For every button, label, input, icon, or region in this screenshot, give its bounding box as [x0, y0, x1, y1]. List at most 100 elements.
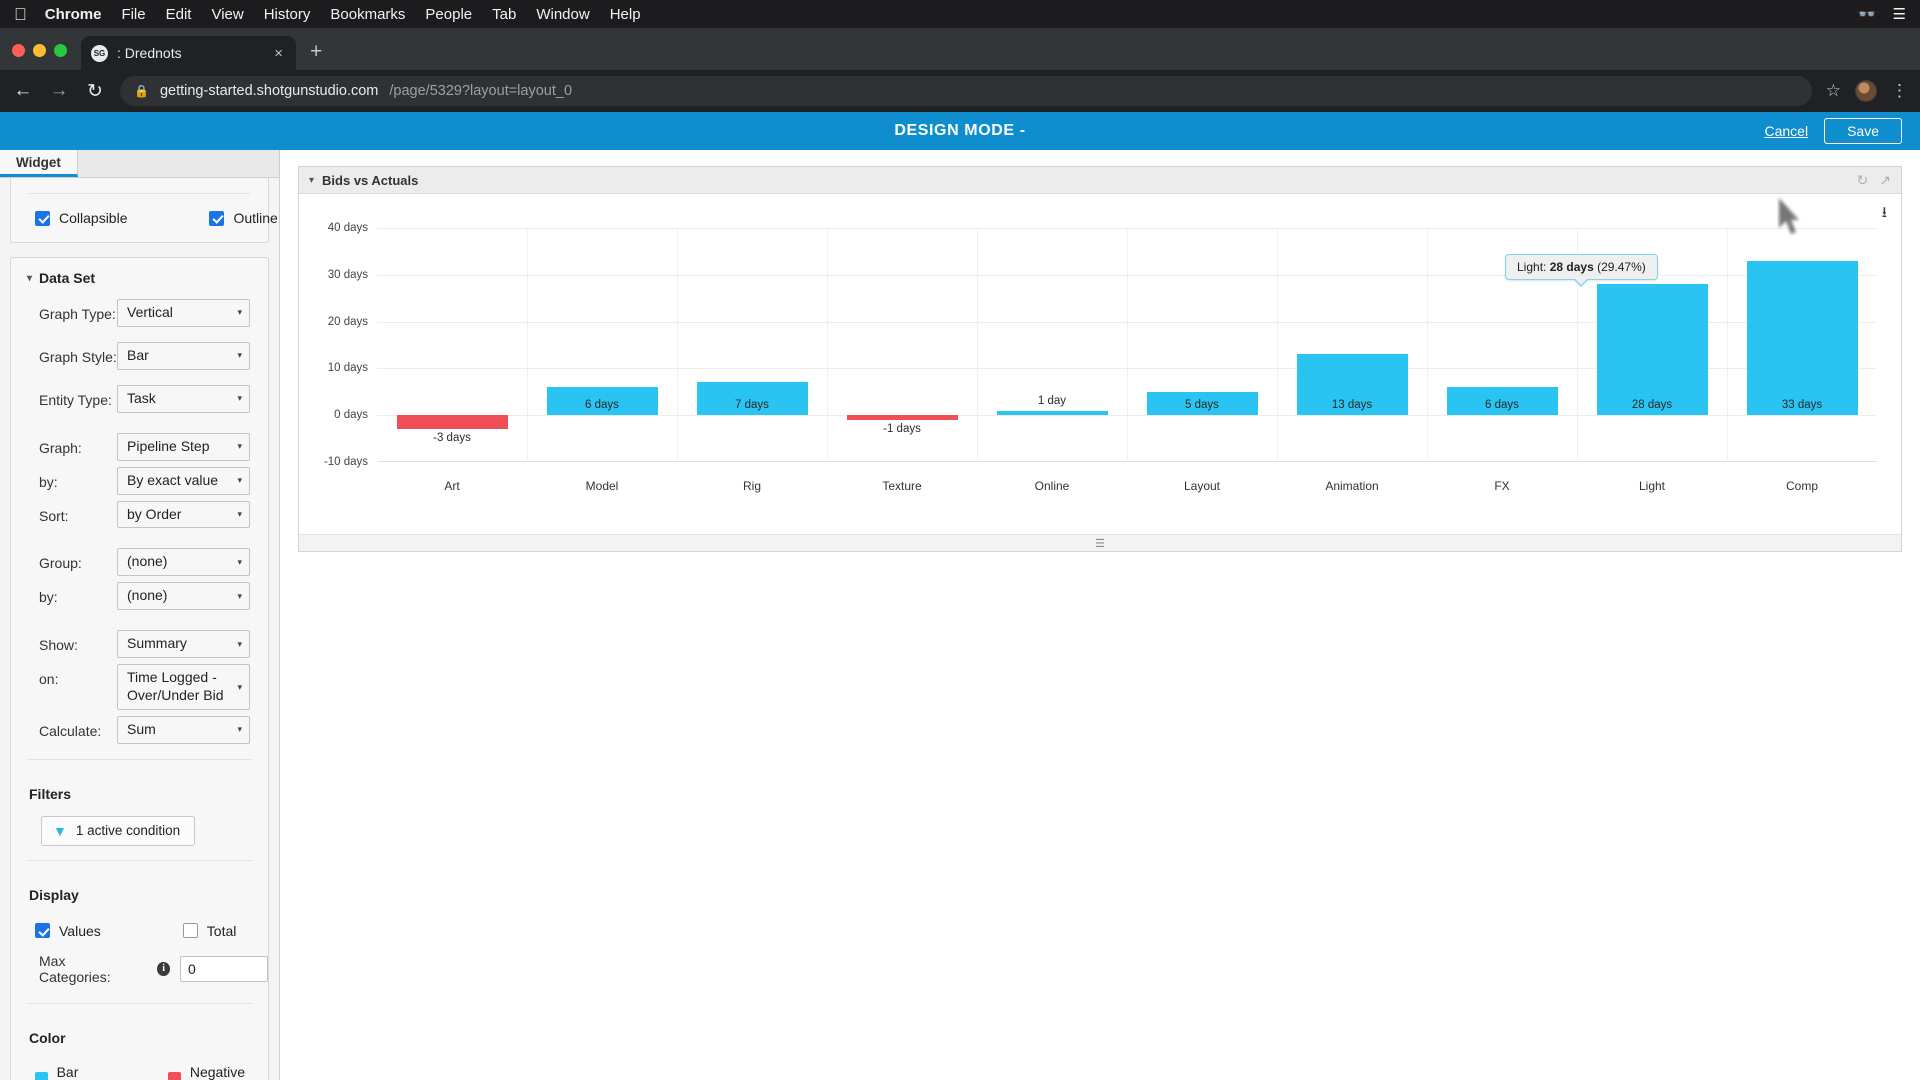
- browser-toolbar: ← → ↻ 🔒 getting-started.shotgunstudio.co…: [0, 70, 1920, 112]
- filter-condition-button[interactable]: ▼ 1 active condition: [41, 815, 196, 846]
- checkbox-collapsible[interactable]: Collapsible: [35, 210, 127, 226]
- maximize-window-button[interactable]: [54, 44, 67, 57]
- info-icon[interactable]: i: [157, 961, 170, 976]
- close-window-button[interactable]: [12, 44, 25, 57]
- chrome-menu-icon[interactable]: ⋮: [1891, 82, 1908, 99]
- select-graph[interactable]: Pipeline Step ▾: [117, 432, 250, 461]
- chart-bar[interactable]: 33 days: [1746, 260, 1858, 416]
- select-calculate-value: Sum: [127, 720, 156, 737]
- select-group-by[interactable]: (none) ▾: [117, 582, 250, 611]
- checkbox-total-box[interactable]: [182, 923, 198, 939]
- menu-item-edit[interactable]: Edit: [166, 6, 192, 23]
- select-group[interactable]: (none) ▾: [117, 548, 250, 577]
- expand-icon[interactable]: ↗: [1879, 172, 1891, 189]
- new-tab-button[interactable]: +: [310, 40, 322, 64]
- menu-item-window[interactable]: Window: [536, 6, 589, 23]
- chart-bar-cell[interactable]: 33 days Comp: [1727, 228, 1877, 493]
- menu-item-chrome[interactable]: Chrome: [45, 6, 102, 23]
- chart-bar-value-label: 7 days: [735, 399, 769, 412]
- menu-item-history[interactable]: History: [264, 6, 311, 23]
- bookmark-star-icon[interactable]: ☆: [1826, 81, 1841, 101]
- chart-bar-value-label: 28 days: [1631, 399, 1673, 412]
- y-axis-tick-label: 40 days: [327, 222, 368, 234]
- chart-bar[interactable]: 28 days: [1596, 284, 1708, 416]
- browser-tab[interactable]: SG : Drednots ×: [81, 36, 296, 70]
- chart-bar[interactable]: -3 days: [396, 415, 508, 444]
- apple-logo-icon[interactable]: : [14, 6, 27, 23]
- field-group: Group: (none) ▾: [11, 545, 268, 579]
- chart-bar[interactable]: 7 days: [696, 382, 808, 416]
- chart-bar-cell[interactable]: 7 days Rig: [677, 228, 827, 493]
- save-button[interactable]: Save: [1824, 118, 1902, 144]
- cancel-link[interactable]: Cancel: [1764, 123, 1808, 139]
- select-graph-by[interactable]: By exact value ▾: [117, 466, 250, 495]
- data-set-section-header[interactable]: ▾ Data Set: [11, 258, 268, 296]
- chart-bar[interactable]: 5 days: [1146, 391, 1258, 416]
- widget-footer[interactable]: ☰: [299, 534, 1901, 551]
- checkbox-outline[interactable]: Outline: [209, 210, 278, 226]
- select-sort[interactable]: by Order ▾: [117, 500, 250, 529]
- chart-bar-cell[interactable]: 5 days Layout: [1127, 228, 1277, 493]
- chart-bar[interactable]: 6 days: [1446, 387, 1558, 416]
- select-show[interactable]: Summary ▾: [117, 630, 250, 659]
- bar-color-option[interactable]: Bar Color: [35, 1064, 106, 1080]
- menu-icon[interactable]: ☰: [1893, 5, 1906, 23]
- chart-bar-cell[interactable]: 6 days Model: [527, 228, 677, 493]
- field-graph-style-label: Graph Style:: [39, 348, 117, 365]
- minimize-window-button[interactable]: [33, 44, 46, 57]
- chart-bar[interactable]: -1 days: [846, 415, 958, 435]
- chart-bar-cell[interactable]: -1 days Texture: [827, 228, 977, 493]
- select-graph-style[interactable]: Bar ▾: [117, 341, 250, 370]
- design-mode-title: DESIGN MODE -: [894, 122, 1026, 139]
- forward-icon[interactable]: →: [48, 80, 70, 102]
- profile-avatar[interactable]: [1855, 80, 1877, 102]
- select-graph-type[interactable]: Vertical ▾: [117, 299, 250, 327]
- sidebar-scroll-area[interactable]: Collapsible Outline ▾ Data Set Graph Typ…: [0, 178, 279, 1080]
- chevron-down-icon[interactable]: ▾: [309, 175, 314, 186]
- chart-bar[interactable]: 6 days: [546, 387, 658, 416]
- chart-bar[interactable]: 13 days: [1296, 354, 1408, 416]
- chevron-down-icon[interactable]: ▾: [27, 273, 32, 284]
- menu-item-bookmarks[interactable]: Bookmarks: [330, 6, 405, 23]
- reload-icon[interactable]: ↻: [84, 80, 106, 103]
- select-on[interactable]: Time Logged - Over/Under Bid ▾: [117, 664, 250, 710]
- menu-item-view[interactable]: View: [211, 6, 243, 23]
- chart-bar-cell[interactable]: -3 days Art: [377, 228, 527, 493]
- glasses-icon[interactable]: 👓: [1858, 5, 1877, 23]
- widget-resize-handle-icon[interactable]: ☰: [1095, 537, 1105, 550]
- chart-bar-cell[interactable]: 13 days Animation: [1277, 228, 1427, 493]
- back-icon[interactable]: ←: [12, 80, 34, 102]
- chart-bar-value-label: 33 days: [1781, 399, 1823, 412]
- refresh-icon[interactable]: ↻: [1857, 172, 1869, 189]
- menu-item-tab[interactable]: Tab: [492, 6, 516, 23]
- chart-bar-cell[interactable]: 1 day Online: [977, 228, 1127, 493]
- close-tab-icon[interactable]: ×: [271, 45, 286, 62]
- checkbox-collapsible-label: Collapsible: [59, 210, 128, 226]
- checkbox-collapsible-box[interactable]: [35, 210, 50, 226]
- select-calculate[interactable]: Sum ▾: [117, 715, 250, 744]
- max-categories-input[interactable]: [180, 955, 268, 982]
- chevron-down-icon: ▾: [237, 590, 242, 601]
- select-entity-type[interactable]: Task ▾: [117, 384, 250, 413]
- max-categories-row: Max Categories: i: [11, 945, 268, 991]
- chevron-down-icon: ▾: [237, 393, 242, 404]
- menu-item-file[interactable]: File: [121, 6, 145, 23]
- download-icon[interactable]: ⭳: [1882, 202, 1887, 227]
- chart-bar-cell[interactable]: 28 days Light Light: 28 days (29.47%): [1505, 228, 1727, 493]
- chart-bar[interactable]: 1 day: [996, 395, 1108, 416]
- negative-color-swatch[interactable]: [168, 1072, 181, 1080]
- field-graph-label: Graph:: [39, 439, 82, 456]
- field-graph-style: Graph Style: Bar ▾: [11, 339, 268, 373]
- checkbox-outline-box[interactable]: [209, 210, 225, 226]
- negative-color-option[interactable]: Negative Color: [168, 1064, 268, 1080]
- menu-item-people[interactable]: People: [425, 6, 472, 23]
- menu-item-help[interactable]: Help: [610, 6, 641, 23]
- address-bar[interactable]: 🔒 getting-started.shotgunstudio.com/page…: [120, 76, 1812, 106]
- bar-color-swatch[interactable]: [35, 1072, 48, 1080]
- checkbox-values[interactable]: Values: [35, 923, 101, 939]
- checkbox-total[interactable]: Total: [182, 923, 236, 939]
- display-section-title: Display: [29, 886, 79, 903]
- checkbox-values-box[interactable]: [35, 923, 50, 939]
- tab-widget[interactable]: Widget: [0, 150, 78, 177]
- divider: [27, 859, 252, 861]
